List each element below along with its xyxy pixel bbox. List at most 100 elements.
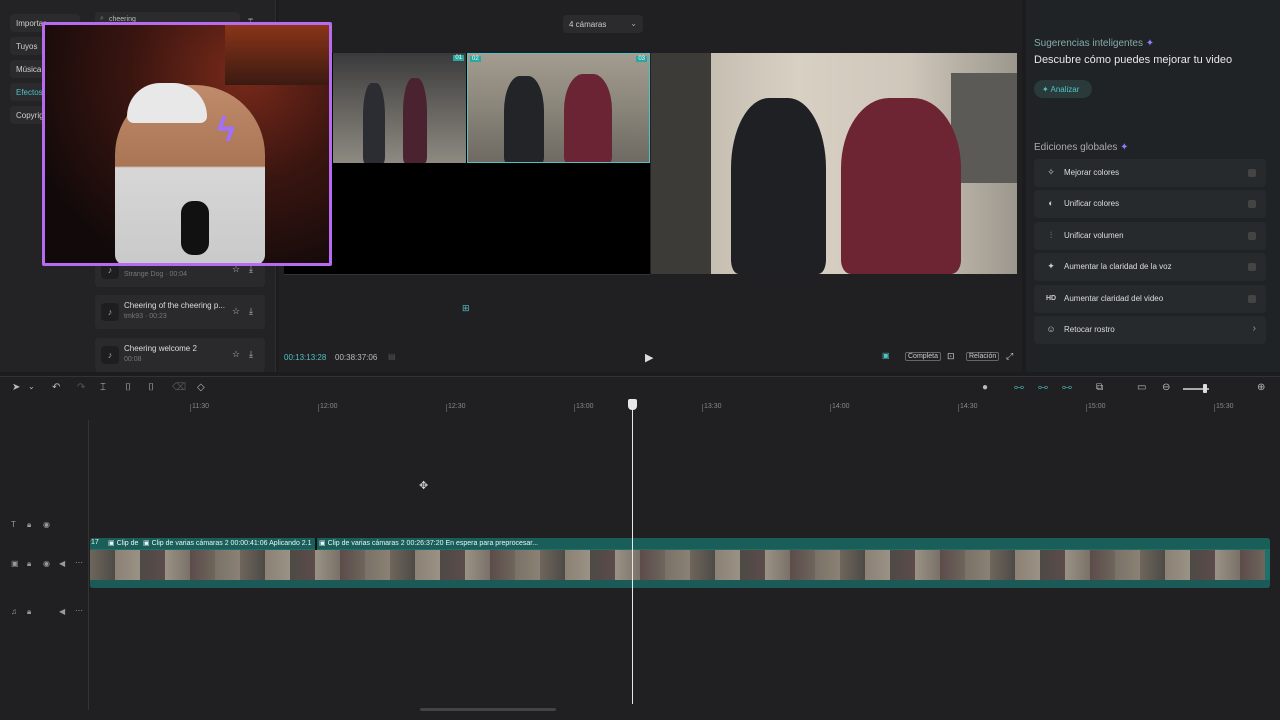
clip-prefix: 17 [91, 539, 99, 546]
microphone [181, 201, 209, 255]
ruler-tick [446, 404, 447, 412]
play-button[interactable]: ▶ [645, 351, 653, 364]
clip-thumbnail [740, 550, 765, 580]
playhead[interactable] [632, 402, 633, 704]
ruler-tick [574, 404, 575, 412]
zoom-out-icon[interactable]: ⊖ [1162, 382, 1170, 393]
clip-thumbnail [115, 550, 140, 580]
marker-icon[interactable]: ◇ [197, 382, 205, 393]
aspect-ratio-button[interactable]: Relación [966, 352, 1000, 361]
main-preview[interactable] [651, 53, 1017, 274]
clip-label[interactable]: ▣ Clip de varias cámaras 2 00:00:41:06 A… [143, 539, 312, 547]
lock-icon[interactable]: 🔒︎ [27, 520, 31, 530]
speaker-icon[interactable]: ◀︎ [59, 559, 65, 568]
clip-thumbnail [365, 550, 390, 580]
ruler-label: 13:30 [704, 403, 722, 410]
chevron-down-icon: ⌄ [630, 19, 637, 28]
preview-axis-icon[interactable]: ⧉ [1096, 382, 1103, 393]
camera-count-value: 4 cámaras [569, 20, 607, 29]
suggestions-heading: Sugerencias inteligentes ✦ [1034, 38, 1155, 49]
download-icon[interactable]: ⤓ [249, 306, 253, 317]
screenshot-icon[interactable]: ⊡ [947, 351, 955, 362]
clip-thumbnail [1040, 550, 1065, 580]
eye-icon[interactable]: ◉ [43, 520, 50, 529]
lock-icon[interactable]: 🔒︎ [27, 559, 31, 569]
clip-thumbnail [565, 550, 590, 580]
camera-2-preview[interactable]: 02 03 [467, 53, 650, 163]
favorite-star-icon[interactable]: ☆ [232, 306, 240, 317]
clip-thumbnail [1165, 550, 1190, 580]
toggle[interactable] [1248, 232, 1256, 240]
sound-meta: tmk93 · 00:23 [124, 313, 167, 320]
clip-icon: ▣ [108, 540, 115, 547]
edit-voice-clarity[interactable]: ✦ Aumentar la claridad de la voz [1034, 253, 1266, 281]
redo-icon[interactable]: ↷ [77, 382, 85, 393]
chevron-down-icon[interactable]: ⌄ [28, 382, 35, 391]
clip-thumbnail [140, 550, 165, 580]
more-icon[interactable]: ⋯ [75, 558, 83, 567]
full-quality-button[interactable]: Completa [905, 352, 941, 361]
lock-icon[interactable]: 🔒︎ [27, 607, 31, 617]
total-time: 00:38:37:06 [335, 353, 378, 362]
sparkle-icon: ✦ [1042, 85, 1049, 94]
audio-track-icon: ♫ [11, 607, 17, 616]
clip-label[interactable]: ▣ Clip de varias cámaras 2 00:26:37:20 E… [319, 539, 538, 547]
toggle[interactable] [1248, 200, 1256, 208]
edit-video-clarity[interactable]: HD Aumentar claridad del video [1034, 285, 1266, 313]
video-clip-track[interactable]: 17 ▣ Clip de ▣ Clip de varias cámaras 2 … [90, 538, 1270, 588]
horizontal-scrollbar[interactable] [420, 708, 556, 711]
clip-thumbnail [415, 550, 440, 580]
sound-item[interactable]: ♪ Cheering of the cheering p... tmk93 · … [95, 295, 265, 329]
grid-icon[interactable]: ⊞ [462, 303, 470, 314]
toggle[interactable] [1248, 169, 1256, 177]
undo-icon[interactable]: ↶ [52, 382, 60, 393]
edit-unify-volume[interactable]: ⫶ Unificar volumen [1034, 222, 1266, 250]
music-note-icon: ♪ [101, 346, 119, 364]
zoom-in-icon[interactable]: ⊕ [1257, 382, 1265, 393]
delete-icon[interactable]: ⌫ [172, 382, 186, 393]
waveform-icon[interactable]: ▤ [388, 352, 396, 361]
edit-unify-colors[interactable]: ◐ Unificar colores [1034, 190, 1266, 218]
snap-icon[interactable]: ⧟ [1062, 382, 1072, 393]
split-icon[interactable]: ⌶ [100, 382, 106, 393]
microphone-icon[interactable]: ● [982, 382, 988, 393]
camera-tag: 02 [470, 56, 481, 62]
ruler-tick [830, 404, 831, 412]
ruler-tick [702, 404, 703, 412]
clip-thumbnail [290, 550, 315, 580]
trim-left-icon[interactable]: ⌷ [125, 382, 131, 393]
multicam-view-icon[interactable]: ▣ [882, 351, 890, 360]
ruler-label: 11:30 [192, 403, 209, 410]
clip-thumbnail [1015, 550, 1040, 580]
ruler-label: 14:00 [832, 403, 850, 410]
download-icon[interactable]: ⤓ [249, 349, 253, 360]
clip-thumbnail [765, 550, 790, 580]
fullscreen-icon[interactable]: ⤢ [1006, 351, 1013, 362]
trim-right-icon[interactable]: ⌷ [148, 382, 154, 393]
camera-1-preview[interactable]: 01 [333, 53, 466, 163]
subtitle-icon[interactable]: ▭ [1137, 382, 1146, 393]
analyze-button[interactable]: ✦ Analizar [1034, 80, 1092, 98]
clip-thumbnail [165, 550, 190, 580]
ruler-tick [1214, 404, 1215, 412]
select-tool-icon[interactable]: ➤ [12, 382, 20, 393]
link-icon[interactable]: ⧟ [1014, 382, 1024, 393]
clip-thumbnail [490, 550, 515, 580]
camera-count-select[interactable]: 4 cámaras ⌄ [563, 15, 643, 33]
clip-thumbnail [915, 550, 940, 580]
magnet-icon[interactable]: ⧟ [1038, 382, 1048, 393]
ruler-label: 12:00 [320, 403, 338, 410]
favorite-star-icon[interactable]: ☆ [232, 349, 240, 360]
sound-item[interactable]: ♪ Cheering welcome 2 00:08 ☆ ⤓ [95, 338, 265, 372]
eye-icon[interactable]: ◉ [43, 559, 50, 568]
speaker-icon[interactable]: ◀︎ [59, 607, 65, 616]
toggle[interactable] [1248, 263, 1256, 271]
more-icon[interactable]: ⋯ [75, 606, 83, 615]
clip-label[interactable]: ▣ Clip de [108, 539, 138, 547]
edit-retouch-face[interactable]: ☺ Retocar rostro › [1034, 316, 1266, 344]
edit-enhance-colors[interactable]: ✧ Mejorar colores [1034, 159, 1266, 187]
toggle[interactable] [1248, 295, 1256, 303]
zoom-slider-handle[interactable] [1203, 384, 1207, 393]
person-figure [403, 78, 427, 163]
clip-thumbnail [1115, 550, 1140, 580]
